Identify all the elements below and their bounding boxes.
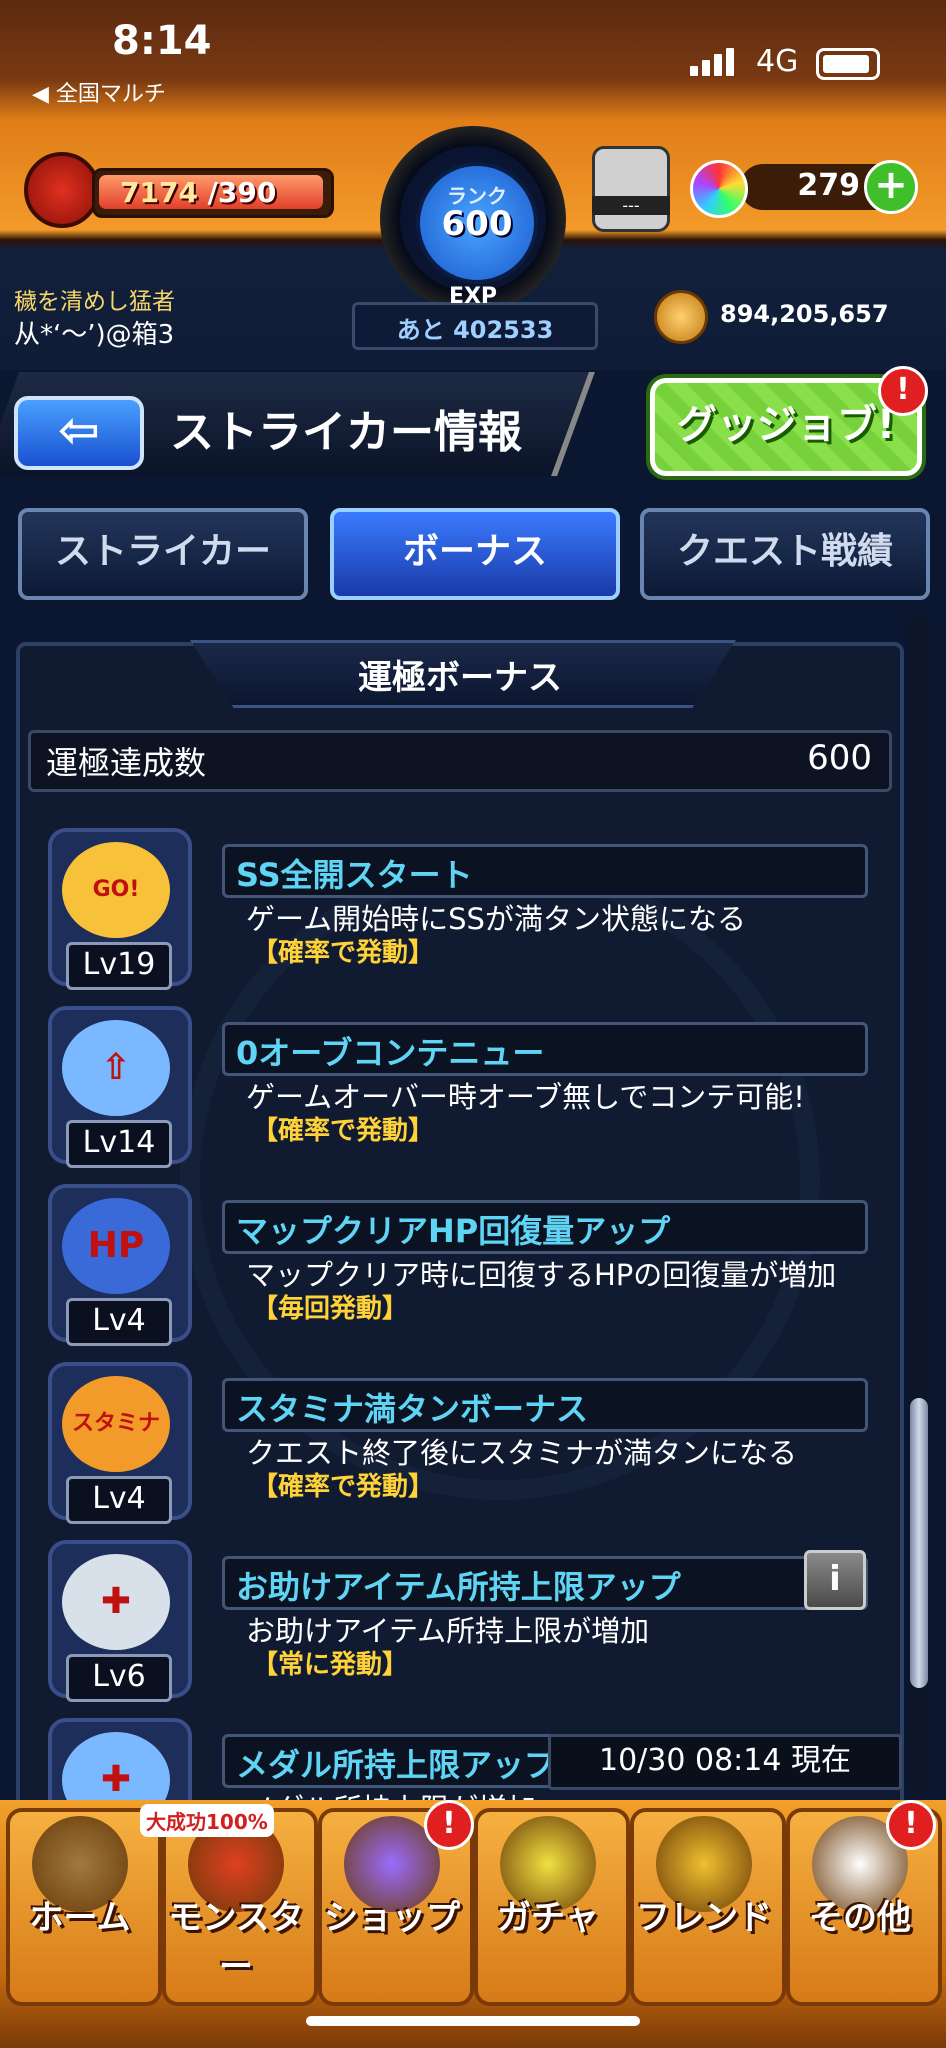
nav-label: ホーム bbox=[29, 1898, 131, 1938]
status-time: 8:14 bbox=[112, 18, 212, 64]
bonus-name: スタミナ満タンボーナス bbox=[236, 1390, 589, 1428]
bonus-trigger: 【毎回発動】 bbox=[252, 1294, 409, 1324]
item-plus-icon: ✚ bbox=[62, 1554, 170, 1650]
rank-value: 600 bbox=[441, 204, 513, 244]
signal-icon bbox=[690, 48, 738, 76]
tab-quest-record[interactable]: クエスト戦績 bbox=[640, 508, 930, 600]
scrollbar-thumb[interactable] bbox=[910, 1398, 928, 1688]
bonus-level: Lv4 bbox=[66, 1298, 172, 1346]
add-orb-button[interactable]: + bbox=[864, 160, 918, 214]
achieve-value: 600 bbox=[807, 738, 872, 778]
timestamp: 10/30 08:14 現在 bbox=[548, 1734, 902, 1790]
battery-icon bbox=[816, 48, 880, 80]
home-indicator[interactable] bbox=[306, 2016, 640, 2026]
stamina-icon: スタミナ bbox=[62, 1376, 170, 1472]
nav-label: モンスター bbox=[168, 1898, 304, 1987]
promo-badge: 大成功100% bbox=[140, 1804, 274, 1837]
bonus-name: SS全開スタート bbox=[236, 856, 473, 894]
coin-count: 894,205,657 bbox=[720, 300, 889, 328]
info-button[interactable]: i bbox=[804, 1550, 866, 1610]
bonus-name: 0オーブコンテニュー bbox=[236, 1034, 545, 1072]
player-title: 穢を清めし猛者 bbox=[14, 289, 175, 315]
bonus-name: マップクリアHP回復量アップ bbox=[236, 1212, 671, 1250]
network-type: 4G bbox=[756, 44, 799, 79]
stamina-text: 7174 /390 bbox=[120, 176, 276, 209]
bonus-trigger: 【常に発動】 bbox=[252, 1650, 409, 1680]
bonus-level: Lv4 bbox=[66, 1476, 172, 1524]
coin-icon bbox=[654, 290, 708, 344]
orb-count: 279 bbox=[797, 168, 860, 203]
orb-icon bbox=[690, 160, 748, 218]
back-to-app-link[interactable]: ◀ 全国マルチ bbox=[32, 76, 166, 108]
bonus-level: Lv19 bbox=[66, 942, 172, 990]
exp-label: EXP bbox=[448, 284, 498, 309]
exp-remaining: あと 402533 bbox=[396, 316, 554, 344]
tab-striker[interactable]: ストライカー bbox=[18, 508, 308, 600]
goodjob-alert-badge: ! bbox=[878, 366, 928, 416]
tab-bonus[interactable]: ボーナス bbox=[330, 508, 620, 600]
bonus-level: Lv14 bbox=[66, 1120, 172, 1168]
bonus-name: メダル所持上限アップ bbox=[236, 1746, 557, 1784]
other-alert-badge: ! bbox=[886, 1800, 936, 1850]
hp-icon: HP bbox=[62, 1198, 170, 1294]
nav-label: その他 bbox=[809, 1898, 911, 1938]
page-title: ストライカー情報 bbox=[170, 407, 522, 458]
orb-boost-slot[interactable] bbox=[592, 146, 670, 232]
bonus-trigger: 【確率で発動】 bbox=[252, 1116, 435, 1146]
nav-label: ショップ bbox=[324, 1898, 460, 1938]
nav-label: フレンド bbox=[636, 1898, 772, 1938]
bonus-name: お助けアイテム所持上限アップ bbox=[236, 1568, 681, 1606]
nav-label: ガチャ bbox=[497, 1898, 599, 1938]
back-button[interactable]: ⇦ bbox=[14, 396, 144, 470]
go-icon: GO! bbox=[62, 842, 170, 938]
bonus-trigger: 【確率で発動】 bbox=[252, 1472, 435, 1502]
stamina-current: 7174 bbox=[120, 176, 198, 209]
orb-boost-slot-text: --- bbox=[592, 196, 670, 215]
section-title: 運極ボーナス bbox=[358, 658, 562, 698]
achieve-label: 運極達成数 bbox=[46, 744, 207, 782]
stamina-max: /390 bbox=[197, 176, 277, 209]
player-name: 从*‘〜’)@箱3 bbox=[14, 320, 175, 350]
wings-arrow-icon: ⇧ bbox=[62, 1020, 170, 1116]
shop-alert-badge: ! bbox=[424, 1800, 474, 1850]
stamina-icon bbox=[24, 152, 100, 228]
bonus-level: Lv6 bbox=[66, 1654, 172, 1702]
bonus-trigger: 【確率で発動】 bbox=[252, 938, 435, 968]
